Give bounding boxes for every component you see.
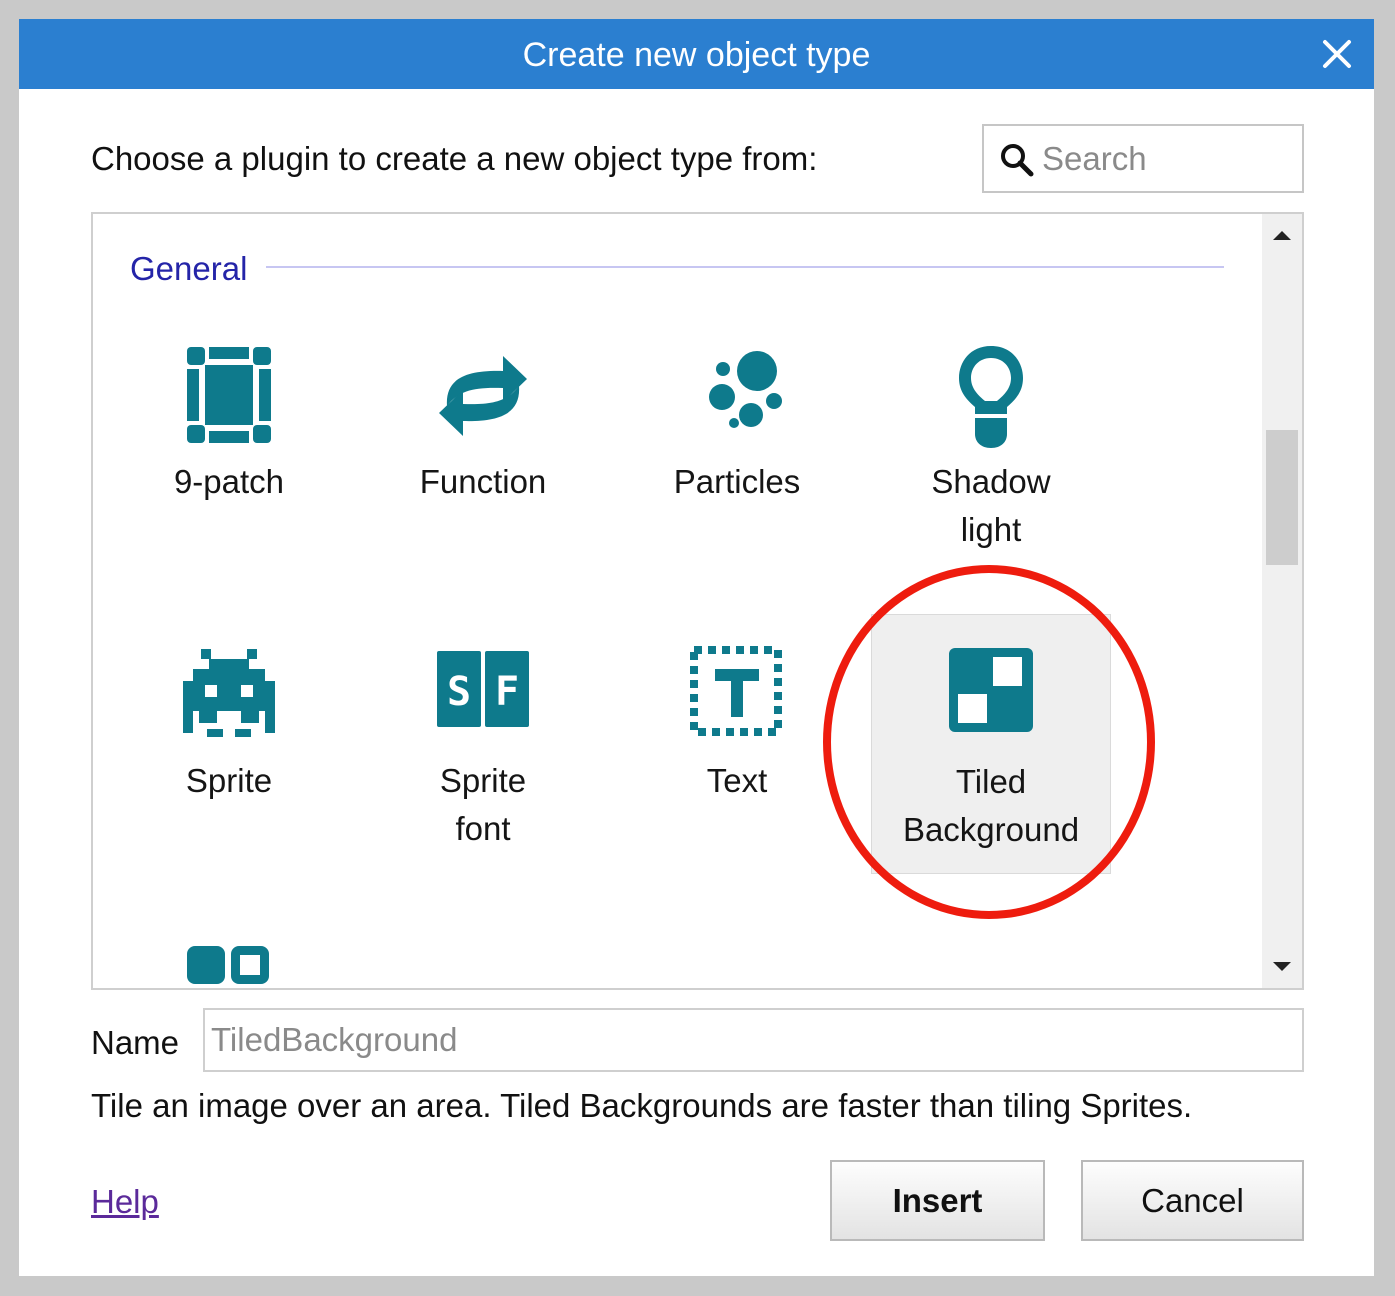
- plugin-label: Text: [706, 762, 768, 799]
- plugin-tile-function[interactable]: Function: [363, 336, 603, 596]
- sprite-icon: [109, 635, 349, 755]
- toggle-icon: [109, 932, 349, 988]
- create-object-dialog: Create new object type Choose a plugin t…: [19, 19, 1374, 1276]
- plugin-list[interactable]: General 9-patch Function Particles Shado…: [91, 212, 1304, 990]
- nine-patch-icon: [109, 336, 349, 456]
- search-icon: [999, 142, 1035, 178]
- plugin-description: Tile an image over an area. Tiled Backgr…: [91, 1087, 1193, 1124]
- plugin-label: Sprite font: [439, 762, 527, 847]
- scroll-up-icon[interactable]: [1262, 216, 1302, 256]
- scroll-down-icon[interactable]: [1262, 946, 1302, 986]
- vertical-scrollbar[interactable]: [1262, 214, 1302, 988]
- plugin-tile-tiled-background[interactable]: Tiled Background: [871, 614, 1111, 874]
- plugin-label: Sprite: [185, 762, 273, 799]
- plugin-tile-partial[interactable]: [109, 932, 349, 988]
- plugin-label: Particles: [673, 463, 801, 500]
- plugin-label: Shadow light: [931, 463, 1051, 548]
- close-icon[interactable]: [1312, 29, 1362, 79]
- svg-text:S: S: [447, 669, 471, 715]
- scroll-thumb[interactable]: [1266, 430, 1298, 565]
- plugin-label: 9-patch: [173, 463, 285, 500]
- plugin-tile-text[interactable]: Text: [617, 635, 857, 895]
- plugin-tile-sprite[interactable]: Sprite: [109, 635, 349, 895]
- function-icon: [363, 336, 603, 456]
- shadow-light-icon: [871, 336, 1111, 456]
- prompt-label: Choose a plugin to create a new object t…: [91, 140, 818, 177]
- help-link[interactable]: Help: [91, 1183, 159, 1221]
- plugin-tile-shadow-light[interactable]: Shadow light: [871, 336, 1111, 596]
- search-input[interactable]: [1042, 134, 1292, 184]
- plugin-label: Function: [419, 463, 547, 500]
- name-label: Name: [91, 1024, 180, 1061]
- name-field[interactable]: [203, 1008, 1304, 1072]
- insert-button[interactable]: Insert: [830, 1160, 1045, 1241]
- svg-text:F: F: [495, 669, 519, 715]
- dialog-title: Create new object type: [522, 36, 871, 74]
- sprite-font-icon: S F: [363, 635, 603, 755]
- title-bar: Create new object type: [19, 19, 1374, 89]
- plugin-tile-9-patch[interactable]: 9-patch: [109, 336, 349, 596]
- tiled-background-icon: [872, 636, 1110, 756]
- group-divider: [266, 266, 1224, 268]
- particles-icon: [617, 336, 857, 456]
- plugin-label: Tiled Background: [902, 763, 1080, 848]
- group-label-general: General: [130, 250, 248, 287]
- search-box[interactable]: [982, 124, 1304, 193]
- plugin-tile-particles[interactable]: Particles: [617, 336, 857, 596]
- text-icon: [617, 635, 857, 755]
- plugin-tile-sprite-font[interactable]: S F Sprite font: [363, 635, 603, 895]
- cancel-button[interactable]: Cancel: [1081, 1160, 1304, 1241]
